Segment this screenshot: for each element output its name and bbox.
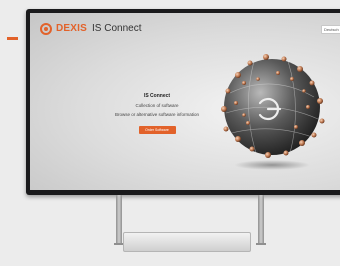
stand-leg-left — [116, 195, 122, 243]
accent-dash — [7, 37, 18, 40]
order-software-button[interactable]: Order Software — [138, 126, 176, 134]
product-name: IS Connect — [92, 23, 142, 34]
molecular-sphere-icon — [221, 54, 325, 170]
top-bar: DEXIS IS Connect Deutsch — [30, 13, 340, 43]
dexis-logo-icon[interactable] — [40, 23, 52, 35]
stand-foot-right — [256, 243, 266, 245]
stand-leg-right — [258, 195, 264, 243]
language-select[interactable]: Deutsch — [321, 25, 340, 34]
hero-title: IS Connect — [143, 93, 171, 99]
hero-description: Browse or alternative software informati… — [114, 112, 200, 117]
screen: DEXIS IS Connect Deutsch IS Connect Coll… — [30, 13, 340, 190]
hero-subtitle: Collection of software — [135, 103, 179, 108]
hero-text: IS Connect Collection of software Browse… — [86, 93, 228, 136]
brand-name[interactable]: DEXIS — [56, 23, 87, 35]
monitor: DEXIS IS Connect Deutsch IS Connect Coll… — [26, 9, 340, 195]
monitor-base — [123, 232, 251, 252]
